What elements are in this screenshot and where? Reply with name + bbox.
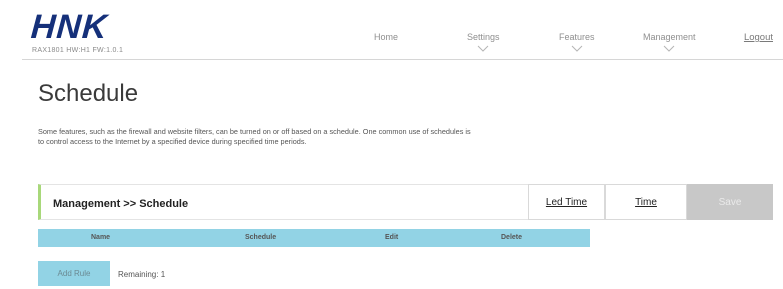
schedule-table-header: Name Schedule Edit Delete (38, 229, 590, 247)
nav-settings-label: Settings (467, 32, 500, 42)
section-title: Management >> Schedule (53, 198, 189, 210)
nav-features[interactable]: Features (559, 32, 595, 52)
nav-home[interactable]: Home (374, 32, 398, 42)
column-name: Name (91, 234, 111, 241)
page-title: Schedule (38, 80, 139, 107)
brand-logo[interactable]: HNK (30, 8, 109, 46)
add-rule-button[interactable]: Add Rule (38, 261, 110, 286)
column-schedule: Schedule (245, 234, 277, 241)
model-info: RAX1801 HW:H1 FW:1.0.1 (32, 47, 124, 54)
chevron-down-icon (663, 45, 675, 52)
remaining-count: Remaining: 1 (118, 270, 166, 279)
column-edit: Edit (385, 234, 399, 241)
page-description: Some features, such as the firewall and … (38, 127, 471, 146)
chevron-down-icon (477, 45, 489, 52)
logout-link[interactable]: Logout (744, 32, 773, 43)
led-time-tab[interactable]: Led Time (528, 184, 605, 220)
top-header: HNK RAX1801 HW:H1 FW:1.0.1 Home Settings… (22, 4, 783, 60)
nav-management-label: Management (643, 32, 696, 42)
nav-features-label: Features (559, 32, 595, 42)
column-delete: Delete (501, 234, 523, 241)
save-button[interactable]: Save (687, 184, 773, 220)
nav-home-label: Home (374, 32, 399, 42)
chevron-down-icon (571, 45, 583, 52)
nav-management[interactable]: Management (643, 32, 696, 52)
nav-settings[interactable]: Settings (467, 32, 500, 52)
time-tab[interactable]: Time (605, 184, 687, 220)
section-header: Management >> Schedule (38, 184, 528, 220)
